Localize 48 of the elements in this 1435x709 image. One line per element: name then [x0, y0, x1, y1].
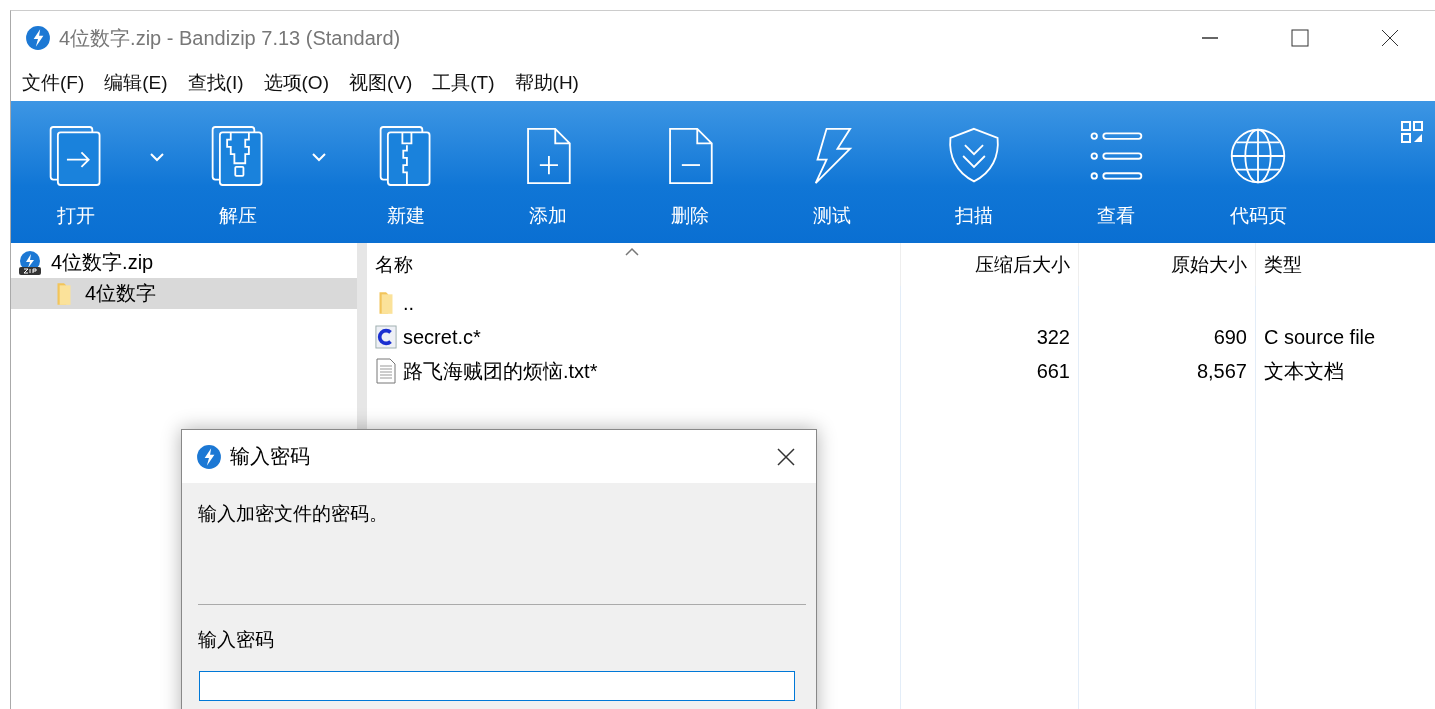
- column-header[interactable]: 名称: [367, 243, 900, 286]
- c-file-icon: [375, 324, 397, 350]
- toolbar-button[interactable]: 查看: [1045, 101, 1187, 243]
- menu-item[interactable]: 查找(I): [186, 70, 245, 96]
- close-icon: [1380, 28, 1400, 48]
- maximize-icon: [1290, 28, 1310, 48]
- table-cell-text: 文本文档: [1264, 358, 1344, 384]
- column-header[interactable]: 压缩后大小: [900, 243, 1078, 286]
- layout-icon[interactable]: [1401, 121, 1423, 143]
- toolbar-button[interactable]: 测试: [761, 101, 903, 243]
- toolbar-button[interactable]: 删除: [619, 101, 761, 243]
- menu-item[interactable]: 编辑(E): [103, 70, 169, 96]
- chevron-icon: [150, 153, 164, 162]
- file-name[interactable]: 路飞海贼团的烦恼.txt*: [403, 357, 598, 385]
- file-name[interactable]: secret.c*: [403, 325, 481, 349]
- app-logo-icon: [25, 25, 51, 51]
- menu-item[interactable]: 选项(O): [262, 70, 330, 96]
- table-cell: 690: [1213, 325, 1247, 349]
- toolbar-button[interactable]: 新建: [335, 101, 477, 243]
- toolbar-button[interactable]: 打开: [11, 101, 141, 243]
- chevron-icon: [312, 153, 326, 162]
- toolbar-button[interactable]: 代码页: [1187, 101, 1329, 243]
- menu-item[interactable]: 视图(V): [347, 70, 414, 96]
- menu-item[interactable]: 工具(T): [431, 70, 496, 96]
- toolbar-button[interactable]: 添加: [477, 101, 619, 243]
- window-title: 4位数字.zip - Bandizip 7.13 (Standard): [59, 25, 402, 51]
- tree-item[interactable]: 4位数字.zip: [11, 247, 357, 278]
- table-cell: 8,567: [1196, 359, 1247, 383]
- dialog-title: 输入密码: [230, 444, 311, 469]
- password-field[interactable]: [199, 671, 795, 701]
- file-name[interactable]: ..: [403, 291, 415, 315]
- menu-item[interactable]: 文件(F): [21, 70, 86, 96]
- zip-archive-icon: [17, 249, 43, 276]
- table-cell: 322: [1036, 325, 1070, 349]
- toolbar-button[interactable]: 解压: [173, 101, 303, 243]
- field-label: 输入密码: [198, 628, 274, 652]
- minimize-icon: [1200, 37, 1220, 39]
- app-logo-icon: [196, 443, 222, 470]
- column-header[interactable]: 类型: [1255, 243, 1435, 286]
- menu-item[interactable]: 帮助(H): [513, 70, 580, 96]
- tree-item[interactable]: 4位数字: [11, 278, 357, 309]
- close-icon: [776, 446, 796, 467]
- table-cell: 661: [1036, 359, 1070, 383]
- table-cell: C source file: [1264, 325, 1376, 349]
- column-header[interactable]: 原始大小: [1078, 243, 1255, 286]
- text-file-icon: [375, 358, 397, 384]
- toolbar-button[interactable]: 扫描: [903, 101, 1045, 243]
- dialog-message: 输入加密文件的密码。: [198, 503, 388, 524]
